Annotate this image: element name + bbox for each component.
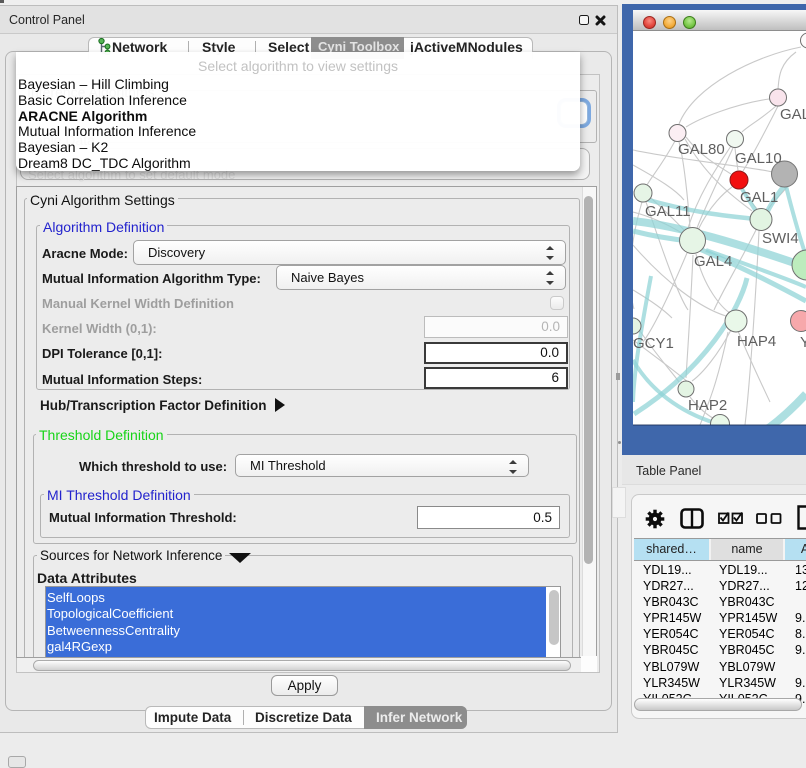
svg-text:HAP2: HAP2 bbox=[688, 397, 727, 414]
svg-text:GAL1: GAL1 bbox=[740, 189, 778, 206]
svg-text:GAL7: GAL7 bbox=[780, 106, 806, 123]
svg-text:GAL10: GAL10 bbox=[735, 150, 782, 167]
svg-text:GCY1: GCY1 bbox=[633, 335, 674, 352]
svg-text:GAL11: GAL11 bbox=[645, 203, 691, 220]
svg-text:SWI4: SWI4 bbox=[762, 230, 799, 247]
svg-text:GAL4: GAL4 bbox=[694, 253, 732, 270]
svg-text:GAL80: GAL80 bbox=[678, 141, 725, 158]
svg-text:YM: YM bbox=[800, 334, 806, 351]
svg-text:HAP4: HAP4 bbox=[737, 333, 776, 350]
